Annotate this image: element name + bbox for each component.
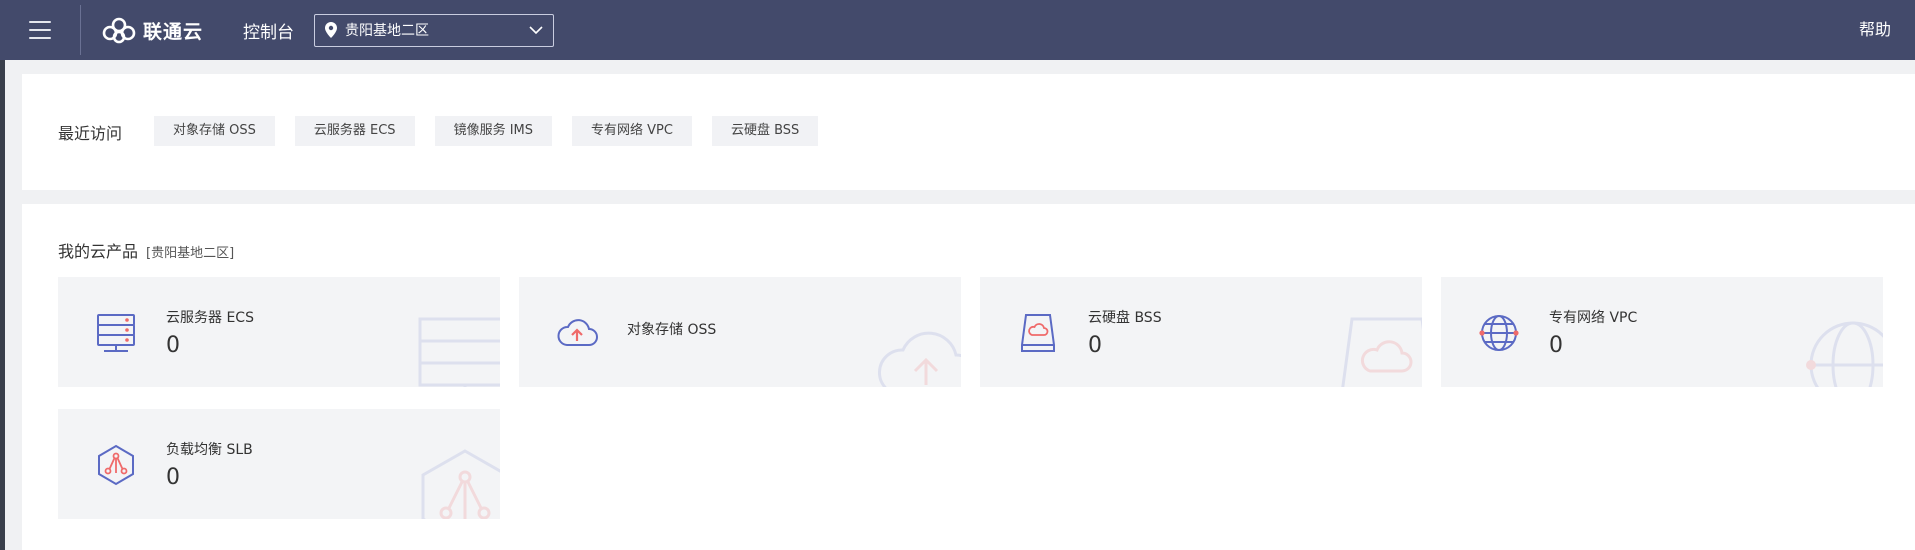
products-heading: 我的云产品 [贵阳基地二区] [58,238,234,262]
globe-watermark-icon [1806,321,1883,387]
recent-item-ecs[interactable]: 云服务器 ECS [294,116,415,146]
console-link[interactable]: 控制台 [243,18,294,43]
load-balancer-icon [98,444,134,486]
product-card-count: 0 [166,333,180,358]
unicom-logo-icon [102,17,136,44]
hamburger-icon [29,21,51,39]
disk-watermark-icon [1341,317,1422,387]
region-select-value: 贵阳基地二区 [345,23,430,39]
server-icon [97,314,135,352]
brand-name: 联通云 [143,20,204,43]
product-card-name: 专有网络 VPC [1549,310,1638,326]
product-card-name: 云服务器 ECS [166,310,254,326]
load-balancer-watermark-icon [421,449,500,519]
product-card-slb[interactable]: 负载均衡 SLB 0 [58,409,500,519]
product-card-bss[interactable]: 云硬盘 BSS 0 [980,277,1422,387]
globe-icon [1479,315,1519,351]
product-card-ecs[interactable]: 云服务器 ECS 0 [58,277,500,387]
recent-visits-panel: 最近访问 对象存储 OSS 云服务器 ECS 镜像服务 IMS 专有网络 VPC… [22,74,1915,190]
cloud-upload-icon [557,319,598,346]
product-card-oss[interactable]: 对象存储 OSS [519,277,961,387]
recent-visits-list: 对象存储 OSS 云服务器 ECS 镜像服务 IMS 专有网络 VPC 云硬盘 … [154,116,838,146]
product-card-count: 0 [1549,333,1563,358]
product-card-count: 0 [1088,333,1102,358]
server-watermark-icon [418,317,500,387]
help-link[interactable]: 帮助 [1859,0,1891,60]
product-card-name: 对象存储 OSS [627,322,717,338]
product-card-name: 云硬盘 BSS [1088,310,1162,326]
left-edge-rail [0,0,5,550]
recent-item-ims[interactable]: 镜像服务 IMS [434,116,552,146]
recent-item-oss[interactable]: 对象存储 OSS [154,116,275,146]
brand-logo[interactable]: 联通云 [101,0,203,60]
recent-item-bss[interactable]: 云硬盘 BSS [711,116,819,146]
my-products-panel: 我的云产品 [贵阳基地二区] 云服务器 ECS 0 对象存储 OSS 云硬盘 B… [22,204,1915,550]
disk-icon [1021,314,1055,352]
navbar-divider [80,5,81,55]
products-title: 我的云产品 [58,242,139,261]
menu-button[interactable] [0,0,80,60]
region-select[interactable]: 贵阳基地二区 [314,13,555,47]
products-region: [贵阳基地二区] [146,246,235,261]
top-navbar: 联通云 控制台 贵阳基地二区 帮助 [0,0,1915,60]
cloud-watermark-icon [878,331,961,387]
location-pin-icon [325,22,338,38]
product-card-vpc[interactable]: 专有网络 VPC 0 [1441,277,1883,387]
chevron-down-icon [529,25,543,34]
product-card-name: 负载均衡 SLB [166,442,253,458]
recent-item-vpc[interactable]: 专有网络 VPC [572,116,692,146]
recent-visits-label: 最近访问 [58,124,123,143]
product-card-count: 0 [166,465,180,490]
